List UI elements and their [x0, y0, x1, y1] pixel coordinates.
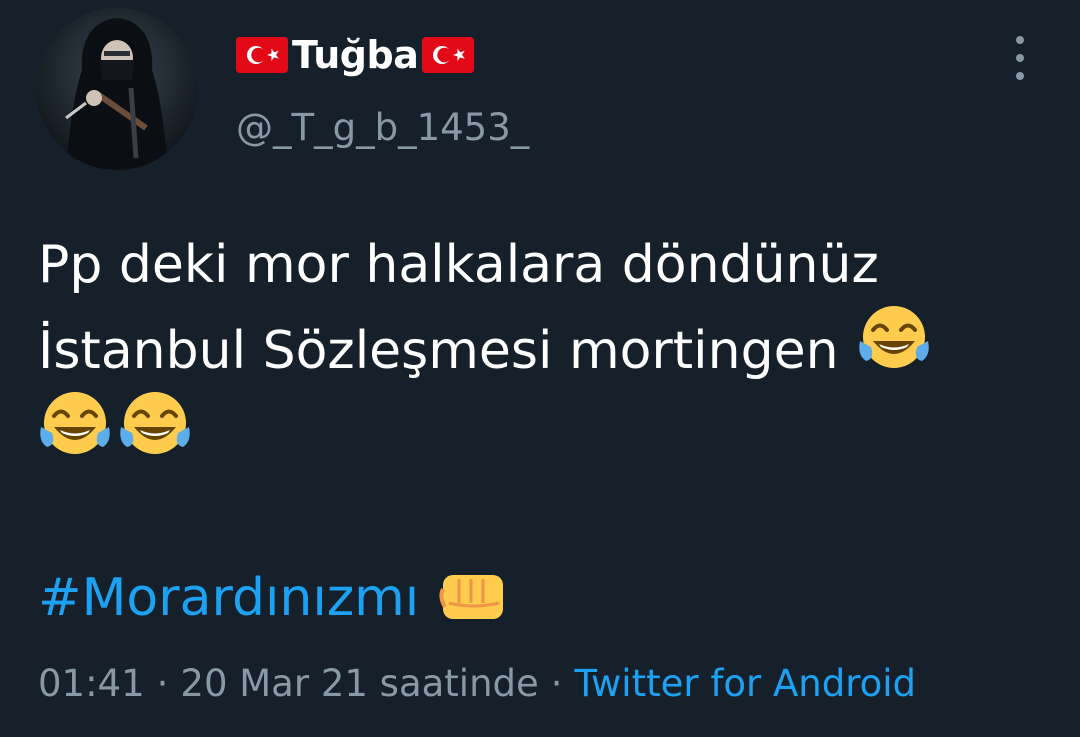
more-vertical-icon [1016, 54, 1024, 62]
display-name-row[interactable]: Tuğba [236, 33, 475, 77]
hashtag-link[interactable]: #Morardınızmı [38, 568, 419, 628]
display-name[interactable]: Tuğba [292, 33, 419, 77]
tweet-source-link[interactable]: Twitter for Android [575, 662, 916, 705]
tweet-text-line: İstanbul Sözleşmesi mortingen [38, 306, 1048, 394]
more-options-button[interactable] [1006, 36, 1034, 80]
avatar[interactable] [36, 8, 198, 170]
face-with-tears-of-joy-icon [38, 389, 112, 485]
hooded-figure-avatar-icon [36, 8, 198, 170]
tweet-text-line [38, 392, 1048, 480]
oncoming-fist-icon [439, 567, 509, 629]
more-vertical-icon [1016, 72, 1024, 80]
face-with-tears-of-joy-icon [857, 303, 931, 399]
more-vertical-icon [1016, 36, 1024, 44]
turkey-flag-icon [236, 37, 288, 73]
tweet-text-line-2: İstanbul Sözleşmesi mortingen [38, 321, 839, 381]
tweet-text: Pp deki mor halkalara döndünüz İstanbul … [38, 222, 1048, 480]
tweet-time: 01:41 [38, 661, 145, 705]
tweet-meta: 01:41 · 20 Mar 21 saatinde · Twitter for… [38, 655, 916, 711]
turkey-flag-icon [422, 37, 475, 73]
tweet-text-line: Pp deki mor halkalara döndünüz [38, 222, 1048, 308]
user-handle[interactable]: @_T_g_b_1453_ [236, 106, 529, 149]
face-with-tears-of-joy-icon [118, 389, 192, 485]
hashtag-row: #Morardınızmı [38, 560, 509, 636]
separator-dot: · [550, 661, 563, 705]
tweet-text-line-1: Pp deki mor halkalara döndünüz [38, 235, 879, 295]
separator-dot: · [156, 661, 169, 705]
tweet-date: 20 Mar 21 saatinde [180, 661, 539, 705]
